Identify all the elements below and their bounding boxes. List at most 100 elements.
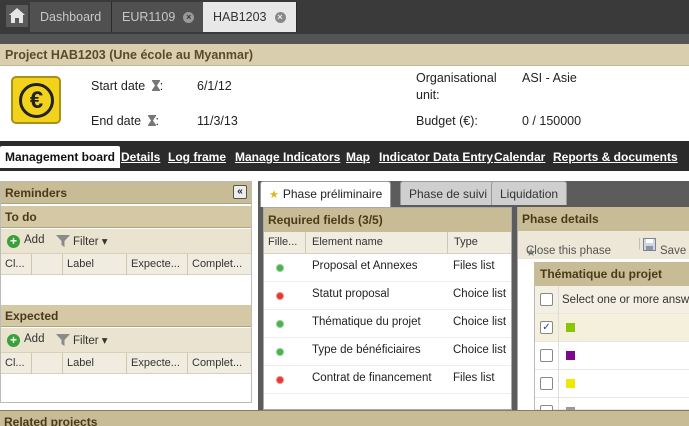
collapse-icon[interactable]: « — [233, 185, 247, 199]
status-green-icon — [277, 265, 283, 271]
thematique-list: Select one or more answe ✓ — [534, 286, 689, 426]
save-button[interactable]: Save r — [643, 238, 689, 257]
list-item[interactable]: ✓ — [535, 314, 689, 342]
phase-details-toolbar: ★ Close this phase | Save r — [518, 231, 689, 259]
separator: | — [638, 238, 641, 250]
hourglass-icon — [151, 80, 160, 91]
add-icon: + — [7, 235, 20, 248]
filter-icon — [56, 334, 70, 346]
status-red-icon — [277, 377, 283, 383]
nav-details[interactable]: Details — [121, 148, 160, 166]
todo-toolbar: + Add Filter ▾ — [1, 229, 251, 253]
todo-grid-body — [1, 277, 251, 303]
project-title: Project HAB1203 (Une école au Myanmar) — [0, 44, 689, 66]
col-completed[interactable]: Complet... — [188, 254, 251, 275]
nav-manage-indicators[interactable]: Manage Indicators — [235, 148, 340, 166]
save-icon — [643, 238, 656, 251]
list-item[interactable] — [535, 398, 689, 426]
org-unit-value: ASI - Asie — [522, 71, 577, 85]
checkbox-checked[interactable]: ✓ — [540, 321, 553, 334]
col-expected[interactable]: Expecte... — [127, 254, 188, 275]
status-green-icon — [277, 321, 283, 327]
expected-header: Expected — [1, 305, 251, 327]
project-nav: Management board Details Log frame Manag… — [0, 141, 689, 171]
table-row[interactable]: Thématique du projet Choice list — [264, 310, 511, 338]
tab-phase-preliminaire[interactable]: ★ Phase préliminaire — [260, 181, 392, 207]
table-row[interactable]: Proposal et Annexes Files list — [264, 254, 511, 282]
list-item[interactable] — [535, 370, 689, 398]
start-date-value: 6/1/12 — [197, 79, 232, 93]
phase-details-panel: Phase details ★ Close this phase | Save … — [517, 207, 689, 426]
col-element-name[interactable]: Element name — [306, 232, 448, 253]
tab-eur1109[interactable]: EUR1109 × — [112, 2, 206, 32]
thematique-header: Thématique du projet — [534, 262, 689, 286]
table-row[interactable]: Contrat de financement Files list — [264, 366, 511, 394]
col-blank[interactable] — [32, 254, 63, 275]
budget-value: 0 / 150000 — [522, 114, 582, 128]
col-label[interactable]: Label — [63, 254, 127, 275]
tab-hab1203[interactable]: HAB1203 × — [203, 2, 297, 32]
hourglass-icon — [147, 115, 156, 126]
list-item[interactable] — [535, 342, 689, 370]
col-closed[interactable]: Cl... — [1, 353, 32, 374]
todo-header: To do — [1, 206, 251, 228]
status-red-icon — [277, 293, 283, 299]
nav-reports-documents[interactable]: Reports & documents — [553, 148, 678, 166]
star-icon: ★ — [269, 189, 279, 201]
color-swatch — [566, 351, 575, 360]
budget-label: Budget (€): — [416, 114, 478, 128]
col-completed[interactable]: Complet... — [188, 353, 251, 374]
org-unit-label-line1: Organisational — [416, 71, 497, 85]
nav-map[interactable]: Map — [346, 148, 370, 166]
col-blank[interactable] — [32, 353, 63, 374]
col-expected[interactable]: Expecte... — [127, 353, 188, 374]
nav-indicator-data-entry[interactable]: Indicator Data Entry — [379, 148, 493, 166]
add-icon: + — [7, 334, 20, 347]
required-fields-panel: Required fields (3/5) Fille... Element n… — [263, 207, 512, 410]
start-date-label: Start date : — [91, 79, 164, 93]
select-all-row[interactable]: Select one or more answe — [535, 286, 689, 314]
home-icon[interactable] — [6, 5, 28, 27]
phase-details-header: Phase details — [518, 207, 689, 231]
close-icon[interactable]: × — [183, 12, 195, 24]
related-projects-header[interactable]: Related projects — [0, 410, 689, 426]
tab-label: EUR1109 — [122, 10, 176, 24]
col-closed[interactable]: Cl... — [1, 254, 32, 275]
nav-log-frame[interactable]: Log frame — [168, 148, 226, 166]
euro-coin-icon: € — [11, 76, 61, 124]
checkbox[interactable] — [540, 377, 553, 390]
end-date-value: 11/3/13 — [197, 114, 238, 128]
table-row[interactable]: Statut proposal Choice list — [264, 282, 511, 310]
col-label[interactable]: Label — [63, 353, 127, 374]
col-filled[interactable]: Fille... — [264, 232, 306, 253]
tab-phase-de-suivi[interactable]: Phase de suivi — [400, 181, 497, 205]
end-date-label: End date : — [91, 114, 160, 128]
top-tab-bar: Dashboard EUR1109 × HAB1203 × — [0, 0, 689, 34]
todo-filter-button[interactable]: Filter ▾ — [56, 234, 108, 248]
tab-label: HAB1203 — [213, 10, 267, 24]
required-fields-header: Required fields (3/5) — [264, 208, 511, 232]
color-swatch — [566, 323, 575, 332]
toolbar-strip — [0, 34, 689, 44]
tab-liquidation[interactable]: Liquidation — [491, 181, 568, 205]
expected-filter-button[interactable]: Filter ▾ — [56, 333, 108, 347]
todo-grid-header: Cl... Label Expecte... Complet... — [1, 253, 251, 275]
nav-calendar[interactable]: Calendar — [494, 148, 545, 166]
expected-grid-header: Cl... Label Expecte... Complet... — [1, 352, 251, 374]
tab-dashboard[interactable]: Dashboard — [30, 2, 113, 32]
checkbox[interactable] — [540, 293, 553, 306]
col-type[interactable]: Type — [448, 232, 511, 253]
tab-label: Dashboard — [40, 10, 102, 24]
expected-add-button[interactable]: + Add — [7, 333, 44, 347]
org-unit-label-line2: unit: — [416, 88, 440, 102]
filter-icon — [56, 235, 70, 247]
checkbox[interactable] — [540, 349, 553, 362]
close-icon[interactable]: × — [274, 12, 286, 24]
todo-add-button[interactable]: + Add — [7, 234, 44, 248]
table-row[interactable]: Type de bénéficiaires Choice list — [264, 338, 511, 366]
reminders-header: Reminders « — [1, 182, 251, 204]
status-green-icon — [277, 349, 283, 355]
required-fields-columns: Fille... Element name Type — [264, 232, 511, 254]
color-swatch — [566, 379, 575, 388]
nav-management-board[interactable]: Management board — [0, 146, 121, 168]
